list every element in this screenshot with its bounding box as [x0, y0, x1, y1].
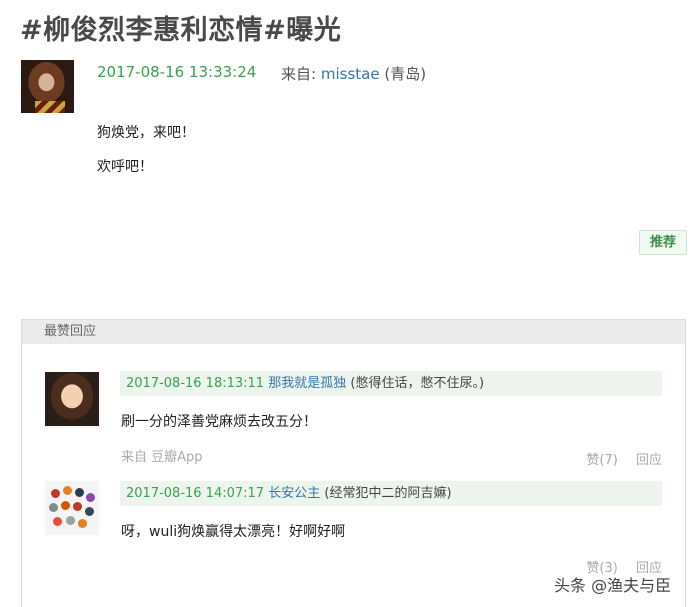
- commenter-avatar[interactable]: [45, 372, 99, 426]
- avatar-dot: [63, 486, 72, 495]
- avatar-dot: [75, 488, 84, 497]
- avatar-dot: [49, 503, 58, 512]
- commenter-signature: (经常犯中二的阿吉嫲): [324, 486, 452, 501]
- commenter-signature: (憋得住话，憋不住尿。): [350, 376, 485, 391]
- comment-text: 呀，wuli狗焕赢得太漂亮！好啊好啊: [121, 524, 346, 540]
- comment-date: 2017-08-16 14:07:17: [126, 486, 265, 501]
- watermark: 头条 @渔夫与臣: [554, 576, 672, 595]
- from-label: 来自:: [281, 65, 317, 83]
- comment-source: 来自 豆瓣App: [121, 450, 203, 465]
- avatar-dot: [61, 501, 70, 510]
- avatar-dot: [86, 493, 95, 502]
- commenter-link[interactable]: 长安公主: [268, 486, 320, 501]
- comment-meta: 2017-08-16 14:07:17 长安公主 (经常犯中二的阿吉嫲): [120, 481, 662, 506]
- avatar-dot: [78, 519, 87, 528]
- commenter-avatar[interactable]: [45, 481, 99, 535]
- section-header: 最赞回应: [22, 320, 685, 344]
- avatar-dot: [85, 507, 94, 516]
- author-avatar[interactable]: [21, 60, 74, 113]
- comment-meta: 2017-08-16 18:13:11 那我就是孤独 (憋得住话，憋不住尿。): [120, 371, 662, 396]
- commenter-link[interactable]: 那我就是孤独: [268, 376, 346, 391]
- author-link[interactable]: misstae: [321, 65, 380, 83]
- avatar-dot: [73, 502, 82, 511]
- post-date: 2017-08-16 13:33:24: [97, 63, 257, 81]
- post-from: 来自: misstae (青岛): [281, 63, 426, 84]
- scarf-graphic: [35, 101, 65, 113]
- like-button[interactable]: 赞(7): [586, 453, 617, 468]
- avatar-dot: [66, 516, 75, 525]
- author-location: (青岛): [384, 65, 427, 83]
- avatar-dot: [53, 517, 62, 526]
- recommend-button[interactable]: 推荐: [639, 230, 687, 255]
- post-line-1: 狗焕党，来吧！: [97, 125, 195, 141]
- avatar-dot: [51, 489, 60, 498]
- comment-text: 刷一分的泽善党麻烦去改五分！: [121, 414, 317, 430]
- page-title: #柳俊烈李惠利恋情#曝光: [20, 15, 342, 46]
- post-line-2: 欢呼吧！: [97, 159, 153, 175]
- reply-button[interactable]: 回应: [636, 453, 662, 468]
- comment-date: 2017-08-16 18:13:11: [126, 376, 265, 391]
- comment-actions: 赞(7) 回应: [572, 449, 662, 468]
